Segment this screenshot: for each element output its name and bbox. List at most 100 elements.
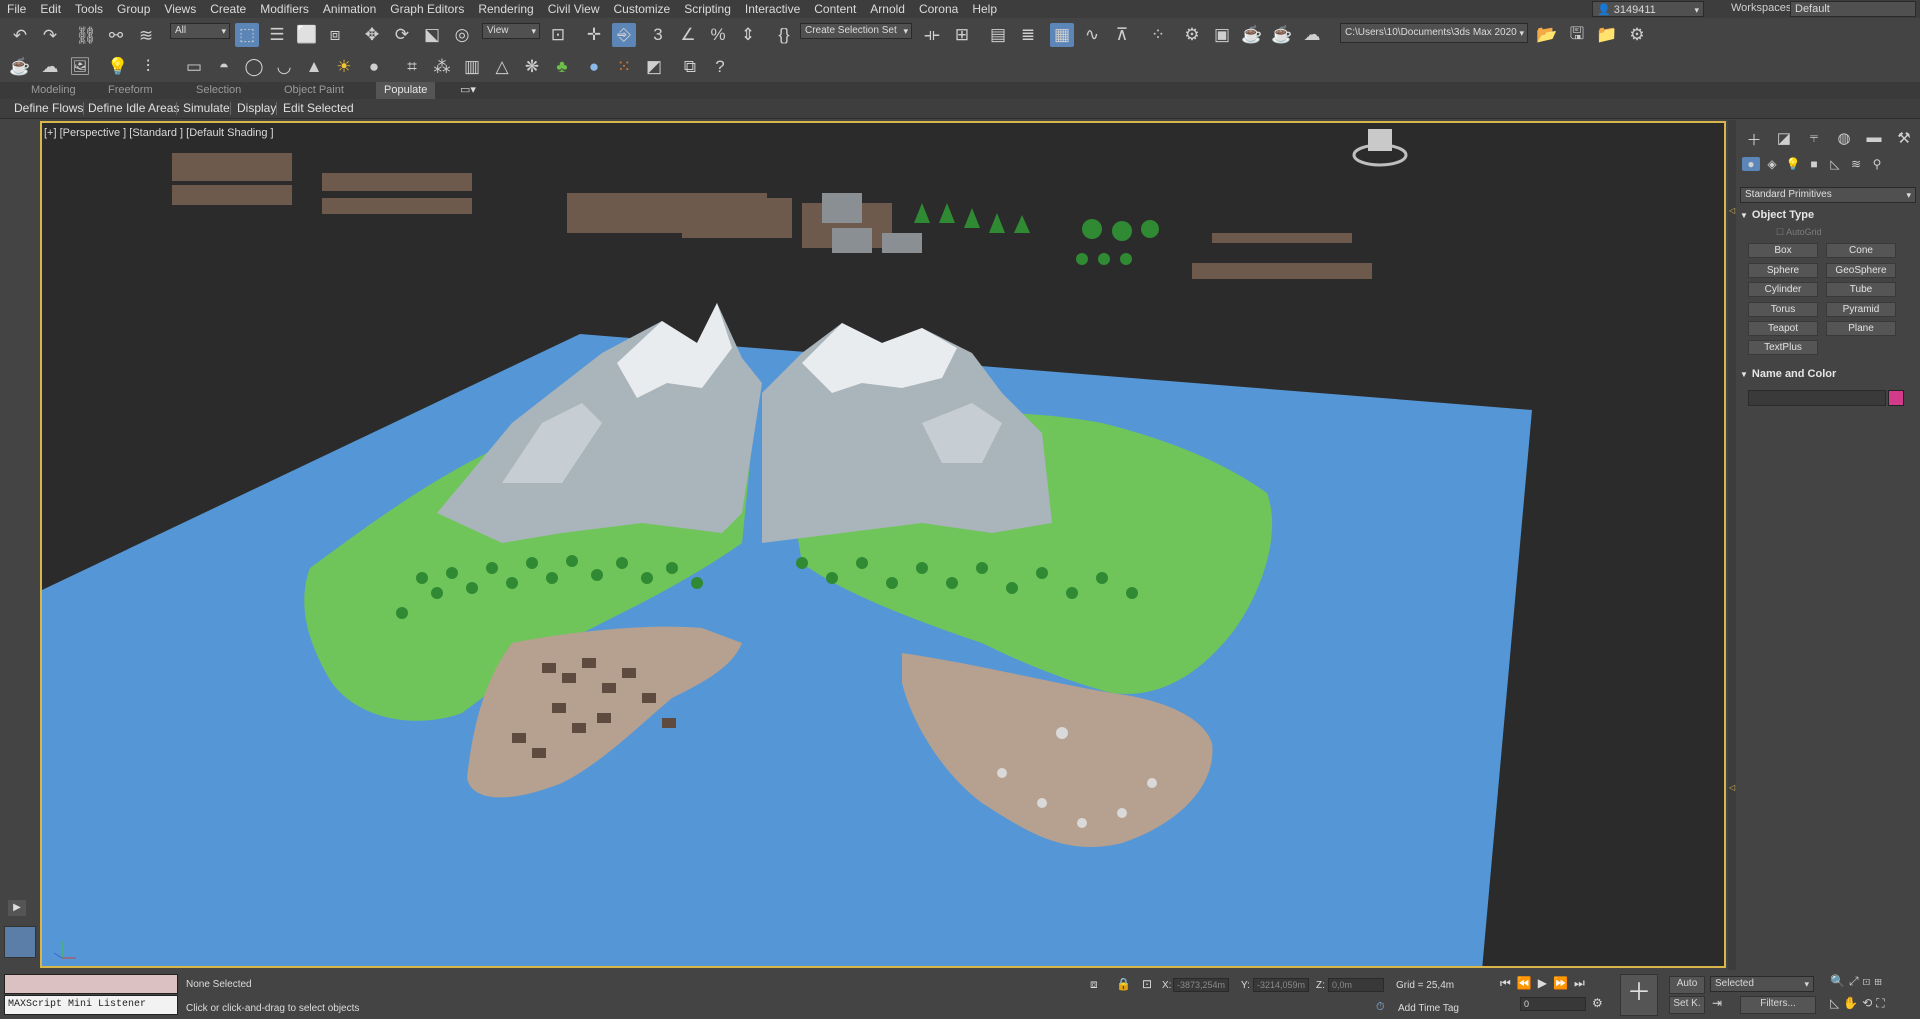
select-by-name-icon[interactable]: ☰ xyxy=(265,23,289,47)
teapot-icon[interactable]: ☕ xyxy=(8,55,32,79)
menu-graph-editors[interactable]: Graph Editors xyxy=(383,0,471,18)
previous-frame-icon[interactable]: ⏪ xyxy=(1517,976,1538,990)
display-tab-icon[interactable]: ▬ xyxy=(1862,129,1886,150)
cylinder-button[interactable]: Cylinder xyxy=(1748,282,1818,297)
torus-button[interactable]: Torus xyxy=(1748,302,1818,317)
bowl-icon[interactable]: ◡ xyxy=(272,55,296,79)
space-warps-icon[interactable]: ≋ xyxy=(1847,157,1865,171)
viewcube[interactable] xyxy=(1352,129,1408,167)
light-icon[interactable]: 💡 xyxy=(106,55,130,79)
x-coordinate-field[interactable]: -3873,254m xyxy=(1173,978,1229,992)
menu-tools[interactable]: Tools xyxy=(68,0,110,18)
menu-modifiers[interactable]: Modifiers xyxy=(253,0,316,18)
image-icon[interactable]: 🖼 xyxy=(68,55,92,79)
menu-create[interactable]: Create xyxy=(203,0,253,18)
plane-button[interactable]: Plane xyxy=(1826,321,1896,336)
menu-interactive[interactable]: Interactive xyxy=(738,0,807,18)
unlink-icon[interactable]: ⚯ xyxy=(104,24,128,48)
set-key-button[interactable]: Set K. xyxy=(1669,996,1705,1014)
display-button[interactable]: Display xyxy=(237,99,276,118)
lock-icon[interactable]: 🔒 xyxy=(1116,977,1131,991)
menu-edit[interactable]: Edit xyxy=(33,0,68,18)
menu-customize[interactable]: Customize xyxy=(607,0,678,18)
material-editor-icon[interactable]: ⁘ xyxy=(1146,23,1170,47)
pivot-icon[interactable]: ⊡ xyxy=(546,23,570,47)
helpers-icon[interactable]: ◺ xyxy=(1826,157,1844,171)
autogrid-checkbox[interactable]: ☐ AutoGrid xyxy=(1776,227,1822,238)
bind-space-warp-icon[interactable]: ≋ xyxy=(134,24,158,48)
add-time-tag-button[interactable]: Add Time Tag xyxy=(1398,1003,1459,1014)
spinner-snap-icon[interactable]: ⇕ xyxy=(736,23,760,47)
rotate-icon[interactable]: ⟳ xyxy=(390,23,414,47)
multi-material-icon[interactable]: ⁙ xyxy=(612,55,636,79)
selection-filter-dropdown[interactable]: All xyxy=(170,23,230,39)
maxscript-listener-output[interactable]: MAXScript Mini Listener xyxy=(4,995,178,1015)
tube-button[interactable]: Tube xyxy=(1826,282,1896,297)
time-configuration-icon[interactable]: ⚙ xyxy=(1592,996,1603,1010)
render-in-cloud-icon[interactable]: ☁ xyxy=(1300,23,1324,47)
menu-content[interactable]: Content xyxy=(807,0,863,18)
viewport-layout-icon[interactable] xyxy=(4,926,36,958)
scene-explorer-icon[interactable]: ▤ xyxy=(986,23,1010,47)
tab-modeling[interactable]: Modeling xyxy=(31,82,76,99)
pan-icon[interactable]: ✋ xyxy=(1843,996,1862,1010)
menu-corona[interactable]: Corona xyxy=(912,0,965,18)
menu-civil-view[interactable]: Civil View xyxy=(541,0,607,18)
align-icon[interactable]: ⊞ xyxy=(950,23,974,47)
ribbon-options-icon[interactable]: ▭▾ xyxy=(460,82,476,99)
undo-icon[interactable]: ↶ xyxy=(8,24,32,48)
name-and-color-rollout[interactable]: ▼ Name and Color xyxy=(1740,366,1916,382)
zoom-extents-icon[interactable]: ⊡ xyxy=(1863,974,1875,988)
edit-named-selection-icon[interactable]: {} xyxy=(772,23,796,47)
redo-icon[interactable]: ↷ xyxy=(38,24,62,48)
render-setup-icon[interactable]: ⚙ xyxy=(1180,23,1204,47)
define-flows-button[interactable]: Define Flows xyxy=(14,99,83,118)
user-account-dropdown[interactable]: 👤 3149411 ▾ xyxy=(1592,1,1704,17)
key-mode-icon[interactable]: ⇥ xyxy=(1712,996,1722,1010)
set-key-big-icon[interactable]: ＋ xyxy=(1620,974,1658,1016)
key-filter-dropdown[interactable]: Selected ▾ xyxy=(1710,976,1814,992)
orbit-icon[interactable]: ⟲ xyxy=(1862,996,1876,1010)
open-file-icon[interactable]: 📂 xyxy=(1535,23,1559,47)
material-sphere-icon[interactable]: ● xyxy=(582,55,606,79)
maximize-viewport-icon[interactable]: ⛶ xyxy=(1876,996,1888,1010)
object-color-swatch[interactable] xyxy=(1888,390,1904,406)
render-elements-icon[interactable]: ◩ xyxy=(642,55,666,79)
project-folder-dropdown[interactable]: C:\Users\10\Documents\3ds Max 2020 xyxy=(1340,23,1528,43)
pyramid-icon[interactable]: △ xyxy=(490,55,514,79)
menu-scripting[interactable]: Scripting xyxy=(677,0,738,18)
angle-snap-icon[interactable]: ∠ xyxy=(676,23,700,47)
viewport-label[interactable]: [+] [Perspective ] [Standard ] [Default … xyxy=(44,127,274,139)
auto-key-button[interactable]: Auto xyxy=(1669,976,1705,994)
manipulate-icon[interactable]: ✛ xyxy=(582,23,606,47)
window-crossing-icon[interactable]: ⧈ xyxy=(323,23,347,47)
box-button[interactable]: Box xyxy=(1748,243,1818,258)
utilities-tab-icon[interactable]: ⚒ xyxy=(1892,129,1916,150)
expand-viewport-layout-icon[interactable]: ▶ xyxy=(8,900,26,916)
move-icon[interactable]: ✥ xyxy=(360,23,384,47)
simulate-button[interactable]: Simulate xyxy=(183,99,230,118)
object-type-rollout[interactable]: ▼ Object Type xyxy=(1740,207,1916,223)
scale-icon[interactable]: ⬕ xyxy=(420,23,444,47)
menu-rendering[interactable]: Rendering xyxy=(471,0,540,18)
shapes-icon[interactable]: ◈ xyxy=(1763,157,1781,171)
render-iterative-icon[interactable]: ☕ xyxy=(1270,23,1294,47)
lights-icon[interactable]: 💡 xyxy=(1784,157,1802,171)
textplus-button[interactable]: TextPlus xyxy=(1748,340,1818,355)
schematic-view-icon[interactable]: ⊼ xyxy=(1110,23,1134,47)
menu-animation[interactable]: Animation xyxy=(316,0,383,18)
workspace-dropdown[interactable]: Default xyxy=(1790,1,1916,17)
create-tab-icon[interactable]: ＋ xyxy=(1742,129,1766,150)
grid-icon[interactable]: ⌗ xyxy=(400,55,424,79)
select-object-icon[interactable]: ⬚ xyxy=(235,23,259,47)
geosphere-button[interactable]: GeoSphere xyxy=(1826,263,1896,278)
layer-explorer-icon[interactable]: ≣ xyxy=(1016,23,1040,47)
curve-editor-icon[interactable]: ∿ xyxy=(1080,23,1104,47)
z-coordinate-field[interactable]: 0,0m xyxy=(1328,978,1384,992)
primitive-category-dropdown[interactable]: Standard Primitives ▾ xyxy=(1740,187,1916,203)
hierarchy-tab-icon[interactable]: ⫧ xyxy=(1802,129,1826,150)
named-selection-dropdown[interactable]: Create Selection Set xyxy=(800,23,912,39)
snaps-toggle-icon[interactable]: 3 xyxy=(646,23,670,47)
link-icon[interactable]: ⛓ xyxy=(74,24,98,48)
sun-icon[interactable]: ☀ xyxy=(332,55,356,79)
